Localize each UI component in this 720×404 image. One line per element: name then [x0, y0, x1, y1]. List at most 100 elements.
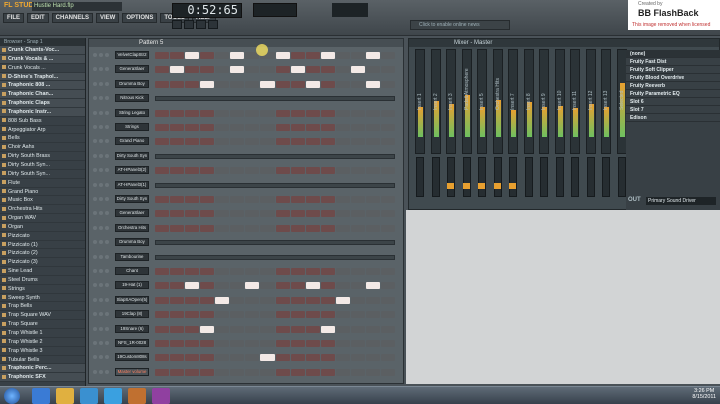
- step-button[interactable]: [155, 138, 170, 146]
- fx-slot[interactable]: Fruity Fast Dist: [626, 58, 720, 66]
- pattern-selector[interactable]: Pattern 5: [139, 39, 163, 47]
- browser-item[interactable]: Flute: [0, 179, 85, 188]
- channel-name-button[interactable]: 19Clap (8): [115, 310, 149, 319]
- step-button[interactable]: [200, 311, 215, 319]
- step-button[interactable]: [305, 296, 320, 304]
- channel-name-button[interactable]: AT-HPanel3(2): [115, 166, 149, 175]
- step-button[interactable]: [200, 52, 215, 59]
- mute-led-icon[interactable]: [93, 283, 97, 288]
- step-button[interactable]: [380, 196, 395, 203]
- step-button[interactable]: [170, 368, 185, 376]
- channel-name-button[interactable]: Grand Piano: [115, 137, 149, 146]
- step-button[interactable]: [290, 340, 305, 347]
- step-button[interactable]: [320, 80, 335, 88]
- step-button[interactable]: [245, 354, 260, 362]
- step-button[interactable]: [350, 66, 365, 74]
- channel-name-button[interactable]: GeneraSlaer: [115, 65, 149, 74]
- step-button[interactable]: [260, 282, 275, 290]
- step-button[interactable]: [215, 167, 230, 175]
- step-button[interactable]: [320, 124, 335, 131]
- step-button[interactable]: [275, 224, 290, 232]
- step-button[interactable]: [350, 52, 365, 59]
- mute-led-icon[interactable]: [93, 369, 97, 374]
- step-button[interactable]: [275, 311, 290, 319]
- mute-led-icon[interactable]: [99, 312, 103, 317]
- mute-led-icon[interactable]: [105, 341, 109, 345]
- step-button[interactable]: [320, 138, 335, 146]
- mute-led-icon[interactable]: [105, 312, 109, 317]
- browser-item[interactable]: Traphonic Chan...: [0, 90, 85, 100]
- step-button[interactable]: [350, 368, 365, 376]
- step-button[interactable]: [215, 368, 230, 376]
- mute-led-icon[interactable]: [99, 225, 103, 230]
- step-button[interactable]: [335, 52, 350, 59]
- mute-led-icon[interactable]: [99, 96, 103, 101]
- step-button[interactable]: [290, 52, 305, 59]
- mute-led-icon[interactable]: [99, 341, 103, 345]
- step-button[interactable]: [230, 282, 245, 290]
- browser-item[interactable]: Pizzicato: [0, 232, 85, 241]
- step-button[interactable]: [290, 196, 305, 203]
- mute-led-icon[interactable]: [105, 283, 109, 288]
- menu-item[interactable]: CHANNELS: [51, 13, 94, 23]
- step-button[interactable]: [155, 340, 170, 347]
- step-button[interactable]: [230, 109, 245, 117]
- mute-led-icon[interactable]: [105, 254, 109, 259]
- step-button[interactable]: [200, 224, 215, 232]
- step-button[interactable]: [305, 167, 320, 175]
- mute-led-icon[interactable]: [105, 355, 109, 360]
- step-button[interactable]: [260, 311, 275, 319]
- mute-led-icon[interactable]: [105, 211, 109, 216]
- mute-led-icon[interactable]: [99, 211, 103, 216]
- step-button[interactable]: [335, 224, 350, 232]
- step-button[interactable]: [365, 311, 380, 319]
- browser-item[interactable]: Trap Whistle 1: [0, 329, 85, 338]
- mute-led-icon[interactable]: [105, 168, 109, 173]
- step-button[interactable]: [170, 109, 185, 117]
- channel-name-button[interactable]: 19-Hat (1): [115, 281, 149, 290]
- step-button[interactable]: [245, 325, 260, 333]
- browser-item[interactable]: Dirty South Syn...: [0, 170, 85, 179]
- volume-fader[interactable]: [447, 157, 455, 197]
- mute-led-icon[interactable]: [105, 269, 109, 273]
- volume-fader[interactable]: [493, 157, 502, 197]
- step-button[interactable]: [245, 311, 260, 319]
- browser-item[interactable]: Choir Aahs: [0, 143, 85, 153]
- step-button[interactable]: [260, 340, 275, 347]
- step-button[interactable]: [350, 325, 365, 333]
- step-button[interactable]: [185, 210, 200, 218]
- step-button[interactable]: [380, 354, 395, 362]
- step-button[interactable]: [230, 296, 245, 304]
- step-button[interactable]: [215, 138, 230, 146]
- browser-item[interactable]: Traphonic 808 ...: [0, 81, 85, 91]
- menu-item[interactable]: OPTIONS: [122, 13, 158, 23]
- step-button[interactable]: [185, 167, 200, 175]
- step-button[interactable]: [350, 354, 365, 362]
- mute-led-icon[interactable]: [93, 254, 97, 259]
- record-icon[interactable]: [196, 20, 206, 29]
- step-button[interactable]: [275, 52, 290, 59]
- browser-item[interactable]: Grand Piano: [0, 188, 85, 197]
- step-button[interactable]: [230, 325, 245, 333]
- step-button[interactable]: [380, 368, 395, 376]
- step-button[interactable]: [170, 196, 185, 203]
- step-button[interactable]: [260, 124, 275, 131]
- mute-led-icon[interactable]: [93, 81, 97, 86]
- step-button[interactable]: [305, 224, 320, 232]
- browser-item[interactable]: Sine Lead: [0, 267, 85, 276]
- fl-studio-icon[interactable]: [128, 388, 146, 404]
- step-button[interactable]: [275, 80, 290, 88]
- volume-fader[interactable]: [586, 157, 595, 197]
- step-button[interactable]: [305, 268, 320, 275]
- step-button[interactable]: [365, 282, 380, 290]
- step-button[interactable]: [335, 138, 350, 146]
- step-button[interactable]: [200, 354, 215, 362]
- step-button[interactable]: [260, 224, 275, 232]
- step-button[interactable]: [335, 311, 350, 319]
- step-button[interactable]: [155, 167, 170, 175]
- step-button[interactable]: [275, 138, 290, 146]
- step-button[interactable]: [320, 311, 335, 319]
- browser-item[interactable]: Pizzicato (2): [0, 249, 85, 259]
- volume-fader[interactable]: [571, 157, 579, 197]
- step-button[interactable]: [230, 311, 245, 319]
